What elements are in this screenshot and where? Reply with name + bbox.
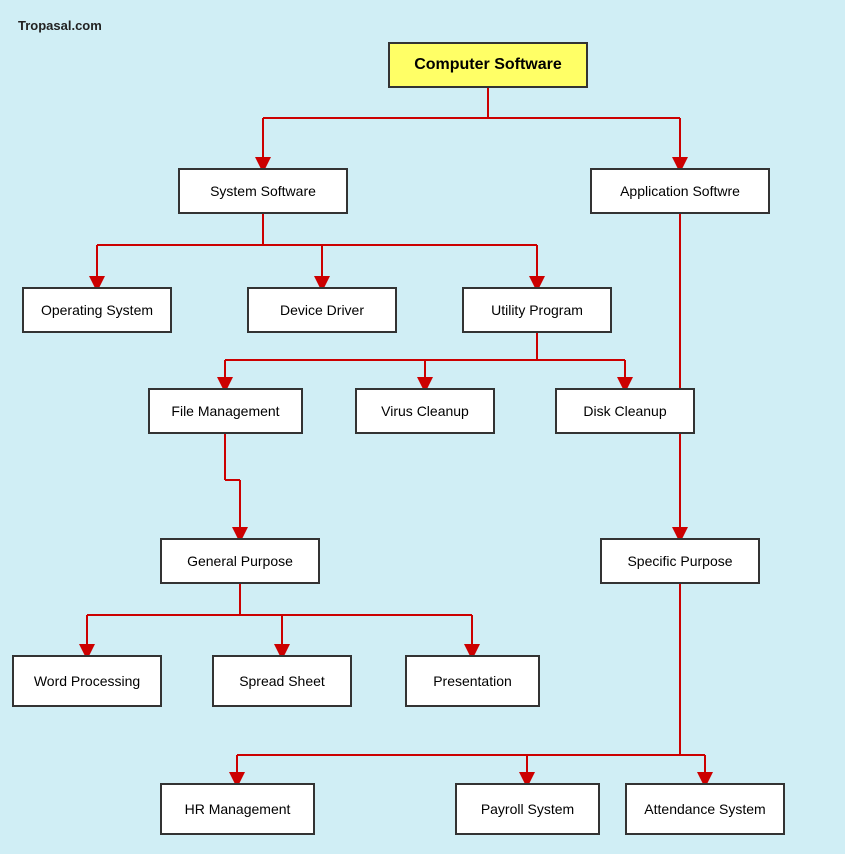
node-payroll-system-label: Payroll System xyxy=(481,800,574,818)
node-presentation: Presentation xyxy=(405,655,540,707)
node-general-purpose: General Purpose xyxy=(160,538,320,584)
node-general-purpose-label: General Purpose xyxy=(187,552,293,570)
node-spread-sheet: Spread Sheet xyxy=(212,655,352,707)
node-system-software: System Software xyxy=(178,168,348,214)
node-file-management-label: File Management xyxy=(171,402,279,420)
node-utility-program-label: Utility Program xyxy=(491,301,583,319)
node-word-processing: Word Processing xyxy=(12,655,162,707)
node-spread-sheet-label: Spread Sheet xyxy=(239,672,325,690)
node-hr-management-label: HR Management xyxy=(185,800,291,818)
node-operating-system: Operating System xyxy=(22,287,172,333)
node-operating-system-label: Operating System xyxy=(41,301,153,319)
node-payroll-system: Payroll System xyxy=(455,783,600,835)
node-specific-purpose-label: Specific Purpose xyxy=(627,552,732,570)
node-attendance-system: Attendance System xyxy=(625,783,785,835)
node-disk-cleanup: Disk Cleanup xyxy=(555,388,695,434)
node-attendance-system-label: Attendance System xyxy=(644,800,765,818)
node-device-driver: Device Driver xyxy=(247,287,397,333)
node-virus-cleanup: Virus Cleanup xyxy=(355,388,495,434)
node-specific-purpose: Specific Purpose xyxy=(600,538,760,584)
node-disk-cleanup-label: Disk Cleanup xyxy=(583,402,666,420)
node-presentation-label: Presentation xyxy=(433,672,512,690)
node-hr-management: HR Management xyxy=(160,783,315,835)
node-root-label: Computer Software xyxy=(414,55,562,76)
node-device-driver-label: Device Driver xyxy=(280,301,364,319)
node-root: Computer Software xyxy=(388,42,588,88)
node-word-processing-label: Word Processing xyxy=(34,672,140,690)
node-system-software-label: System Software xyxy=(210,182,316,200)
node-virus-cleanup-label: Virus Cleanup xyxy=(381,402,469,420)
node-utility-program: Utility Program xyxy=(462,287,612,333)
node-file-management: File Management xyxy=(148,388,303,434)
node-app-software-label: Application Softwre xyxy=(620,182,740,200)
watermark: Tropasal.com xyxy=(18,18,102,33)
node-app-software: Application Softwre xyxy=(590,168,770,214)
